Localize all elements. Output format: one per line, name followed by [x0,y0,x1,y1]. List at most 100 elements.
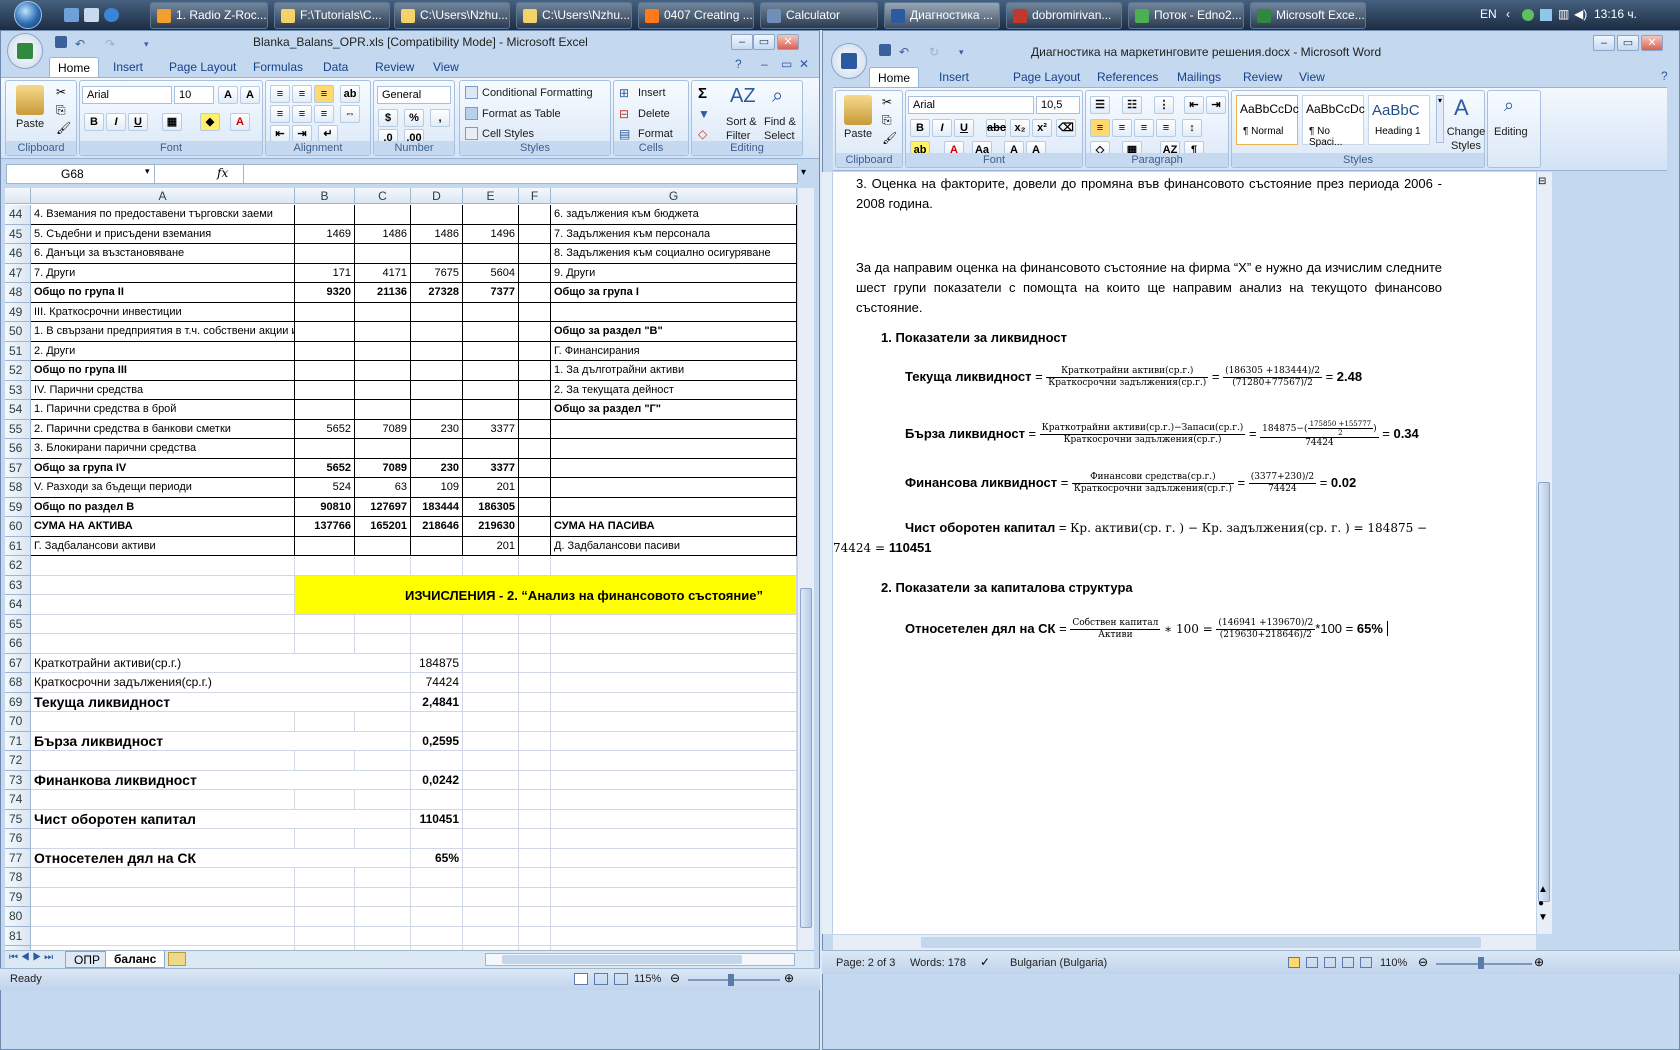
grid-cell[interactable] [411,790,463,810]
grid-cell[interactable]: Общо за група I [551,283,797,303]
binoculars-icon[interactable]: ⌕ [1504,95,1514,116]
grid-cell[interactable]: 3377 [463,458,519,478]
grid-cell[interactable] [519,283,551,303]
grid-cell[interactable] [519,692,551,712]
row-header[interactable]: 72 [5,751,31,771]
row-header[interactable]: 64 [5,595,31,615]
word-minimize-button[interactable]: – [1593,35,1615,51]
grid-cell[interactable] [463,868,519,888]
column-header[interactable]: E [463,188,519,204]
grid-cell[interactable] [355,380,411,400]
align-bottom-icon[interactable]: ≡ [314,85,334,103]
grid-cell[interactable] [355,809,411,829]
grid-cell[interactable] [519,907,551,927]
grid-cell[interactable] [551,829,797,849]
grid-cell[interactable] [551,478,797,498]
grid-cell[interactable] [355,907,411,927]
underline-button[interactable]: U [128,113,148,131]
grid-cell[interactable]: 7089 [355,419,411,439]
change-styles-button[interactable]: Change Styles [1446,125,1486,153]
language-indicator[interactable]: EN [1480,7,1497,21]
row-header[interactable]: 46 [5,244,31,264]
grid-cell[interactable] [355,887,411,907]
grid-cell[interactable] [355,848,411,868]
row-header[interactable]: 54 [5,400,31,420]
grid-cell[interactable]: III. Краткосрочни инвестиции [31,302,295,322]
paste-button[interactable]: Paste [16,117,44,131]
grid-cell[interactable] [519,224,551,244]
grid-cell[interactable] [463,809,519,829]
ribbon-minimize-icon[interactable]: – [761,57,768,71]
word-horizontal-scrollbar[interactable] [833,934,1536,950]
line-spacing-icon[interactable]: ↕ [1182,119,1202,137]
grid-cell[interactable] [519,829,551,849]
column-header[interactable]: F [519,188,551,204]
grid-cell[interactable] [519,887,551,907]
grid-cell[interactable]: 230 [411,419,463,439]
grid-cell[interactable] [519,458,551,478]
excel-grid[interactable]: A B C D E F G 44 4. Вземания по предоставени тър… [5,188,797,950]
row-header[interactable]: 67 [5,653,31,673]
tab-formulas[interactable]: Formulas [245,57,311,77]
grid-cell[interactable] [463,302,519,322]
grid-cell[interactable] [551,673,797,693]
clear-format-icon[interactable]: ⌫ [1056,119,1076,137]
taskbar-button[interactable]: dobromirivan... [1006,2,1122,29]
autosum-icon[interactable]: Σ [698,85,707,102]
grid-cell[interactable] [411,634,463,654]
grid-cell[interactable] [411,400,463,420]
borders-icon[interactable]: ▦ [162,113,182,131]
grid-cell[interactable] [295,205,355,225]
grid-cell[interactable] [463,244,519,264]
page-layout-view-icon[interactable] [594,973,608,985]
align-center-icon[interactable]: ≡ [1112,119,1132,137]
grid-cell[interactable]: 183444 [411,497,463,517]
row-header[interactable]: 52 [5,361,31,381]
align-middle-icon[interactable]: ≡ [292,85,312,103]
row-header[interactable]: 47 [5,263,31,283]
grid-cell[interactable] [355,244,411,264]
superscript-button[interactable]: x² [1032,119,1052,137]
grid-cell[interactable]: 2. Други [31,341,295,361]
grid-cell[interactable] [411,829,463,849]
grid-cell[interactable]: Краткотрайни активи(ср.г.) [31,654,355,673]
scroll-thumb[interactable] [502,955,742,964]
insert-sheet-icon[interactable] [168,952,186,966]
row-header[interactable]: 69 [5,692,31,712]
grid-cell[interactable] [463,380,519,400]
grid-cell[interactable]: 0,2595 [411,731,463,751]
grid-cell[interactable]: 7675 [411,263,463,283]
proofing-icon[interactable]: ✓ [980,955,990,969]
copy-icon[interactable]: ⎘ [56,103,66,118]
grid-cell[interactable]: 6. задължения към бюджета [551,205,797,225]
grid-cell[interactable] [355,751,411,771]
grid-cell[interactable] [31,614,295,634]
strikethrough-button[interactable]: abc [986,119,1006,137]
grid-cell[interactable]: Текуща ликвидност [31,693,355,712]
find-select-button[interactable]: Find & Select [764,115,802,143]
row-header[interactable]: 80 [5,907,31,927]
zoom-out-icon[interactable]: ⊖ [670,971,680,985]
sheet-tab-opr[interactable]: ОПР [65,951,109,968]
grid-cell[interactable] [355,614,411,634]
grid-cell[interactable] [295,322,355,342]
grid-cell[interactable] [411,244,463,264]
grid-cell[interactable] [551,770,797,790]
paste-icon[interactable] [844,95,872,125]
bold-button[interactable]: B [910,119,930,137]
grid-cell[interactable] [519,712,551,732]
chevron-left-icon[interactable]: ‹ [1506,7,1510,21]
excel-minimize-button[interactable]: – [731,34,753,50]
grid-cell[interactable] [519,556,551,576]
prev-page-icon[interactable]: ▲ [1538,884,1548,895]
align-right-icon[interactable]: ≡ [314,105,334,123]
grid-cell[interactable] [295,341,355,361]
grid-cell[interactable] [295,361,355,381]
grid-cell[interactable] [411,556,463,576]
grid-cell[interactable] [551,419,797,439]
grid-cell[interactable] [463,712,519,732]
select-browse-icon[interactable]: ● [1538,898,1544,909]
customize-qat-icon[interactable]: ▾ [959,41,964,63]
grid-cell[interactable]: Общо по група II [31,283,295,303]
word-count[interactable]: Words: 178 [910,953,966,973]
